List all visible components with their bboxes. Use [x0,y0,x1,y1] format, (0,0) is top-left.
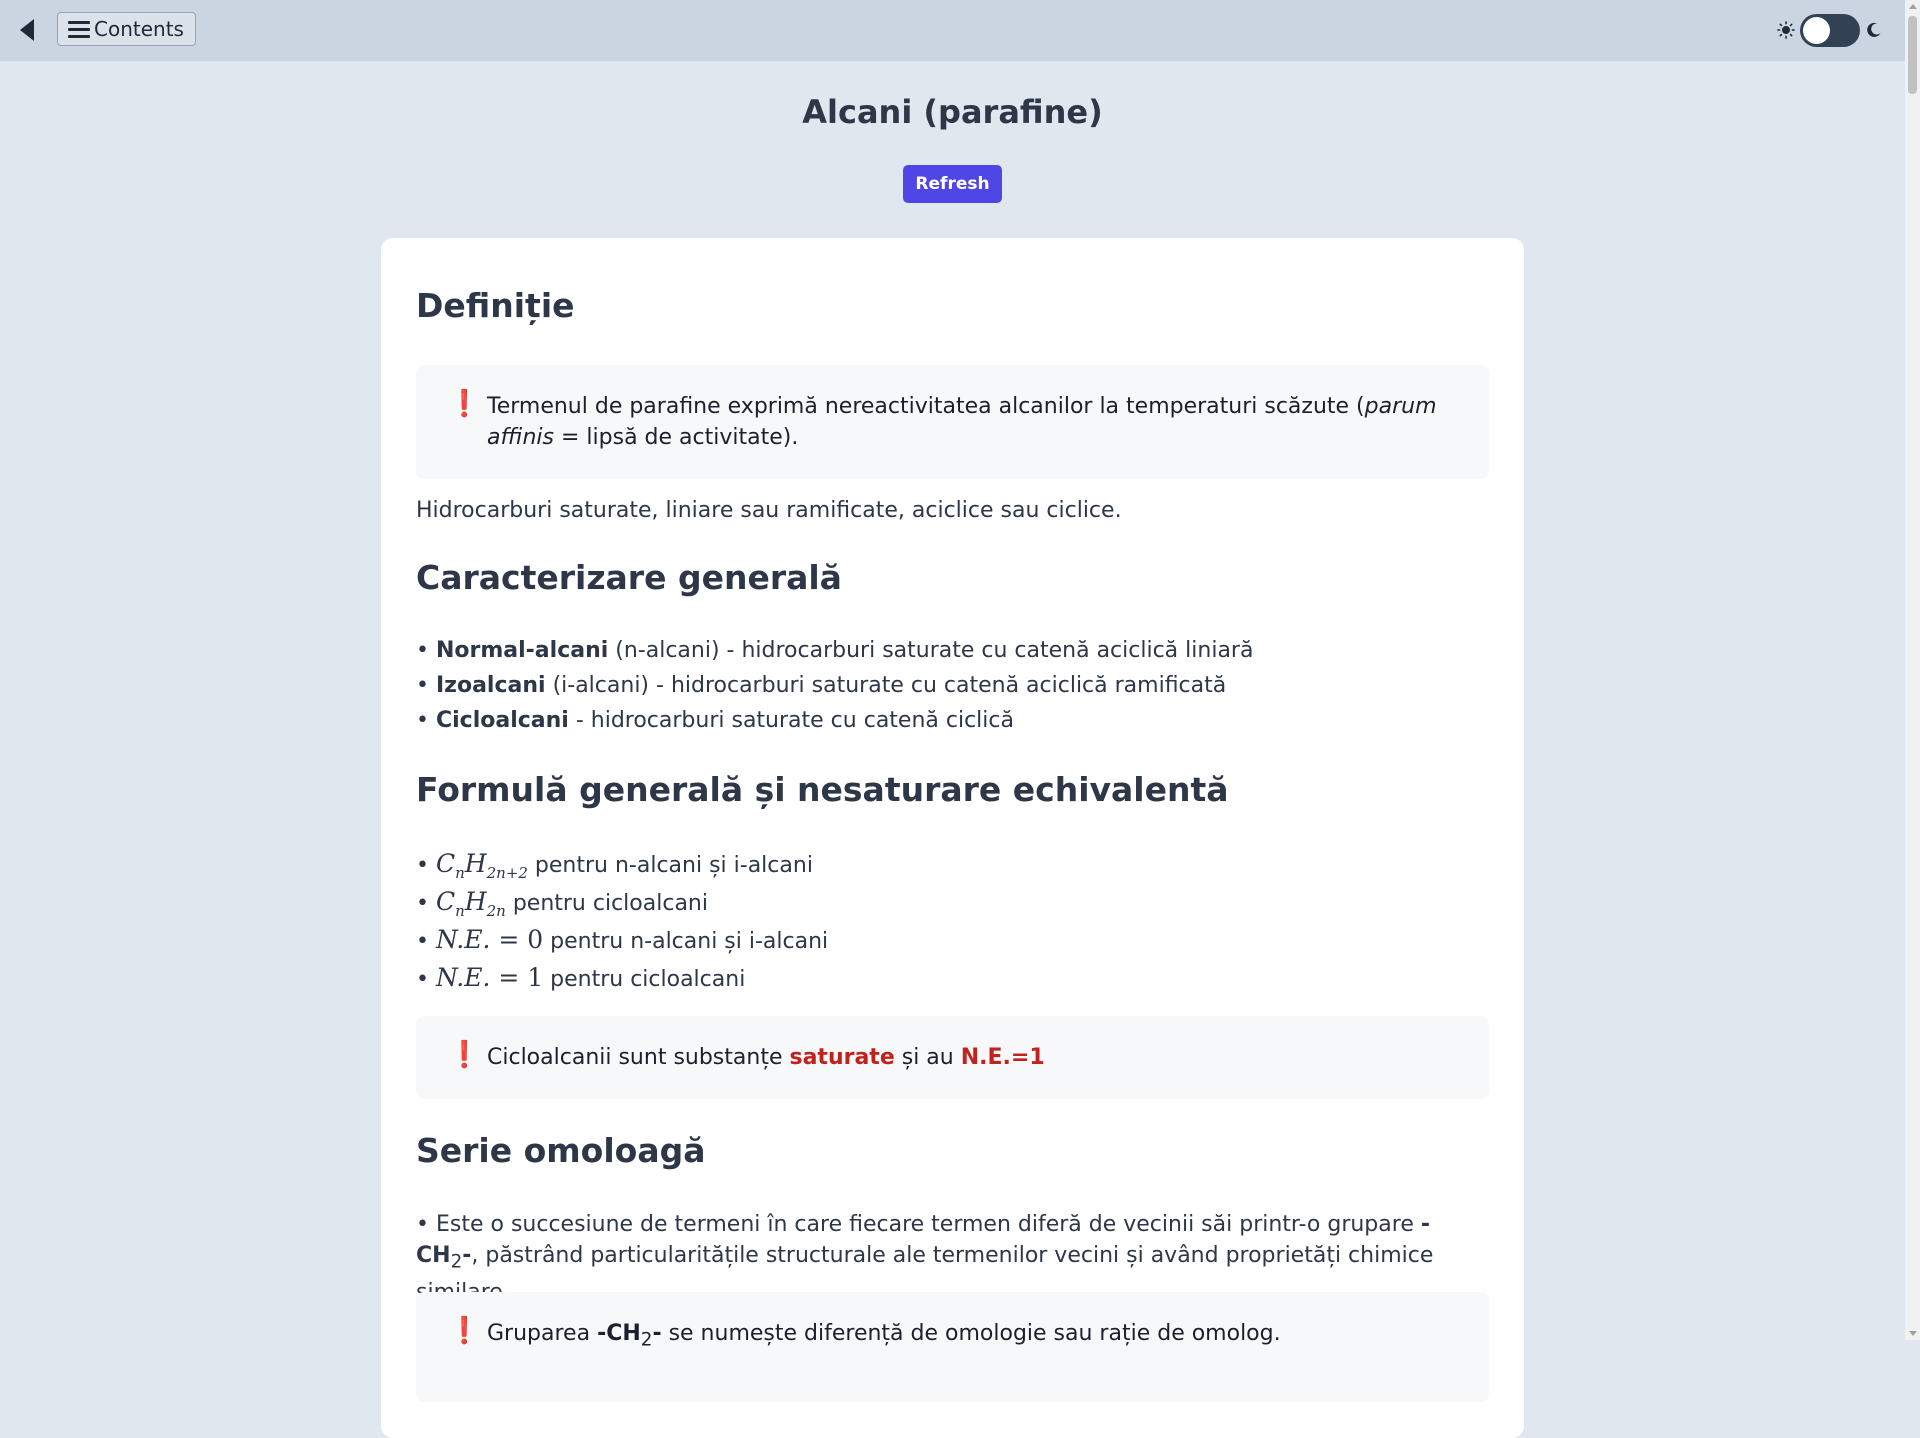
term: Izoalcani [435,673,546,698]
math-subscript: 2n [486,902,506,920]
highlight-ne: N.E.=1 [960,1045,1045,1070]
note-text-part: Gruparea [487,1321,598,1346]
formula-item: • CnH2n+2 pentru n-alcani și i-alcani [416,848,813,889]
definition-paragraph: Hidrocarburi saturate, liniare sau ramif… [416,498,1122,523]
heading-serie: Serie omoloagă [416,1131,706,1170]
cycloalkane-note: ❗ Cicloalcanii sunt substanțe saturate ș… [416,1016,1489,1099]
homology-note: ❗ Gruparea -CH2- se numește diferență de… [416,1292,1489,1402]
scroll-up-arrow-icon[interactable] [1909,4,1917,9]
math-symbol: C [435,887,456,916]
math-symbol: N.E. [435,925,491,954]
math-value: = 0 [490,925,544,954]
math-subscript: n [455,864,465,882]
math-symbol: H [464,887,487,916]
list-item: • Cicloalcani - hidrocarburi saturate cu… [416,705,1014,736]
para-text: • Este o succesiune de termeni în care f… [416,1212,1421,1237]
exclamation-icon: ❗ [448,1316,481,1346]
group-formula-end: - [462,1243,472,1268]
contents-button[interactable]: Contents [57,12,196,46]
math-symbol: N.E. [435,963,491,992]
exclamation-icon: ❗ [448,389,481,419]
math-subscript: 2n+2 [486,864,528,882]
heading-definitie: Definiție [416,286,575,325]
formula-math: N.E. = 0 [436,925,543,954]
term: Cicloalcani [435,708,569,733]
note-text: Gruparea -CH2- se numește diferență de o… [487,1318,1457,1355]
page-title: Alcani (parafine) [802,93,1103,131]
contents-label: Contents [94,17,184,41]
formula-item: • N.E. = 0 pentru n-alcani și i-alcani [416,924,828,957]
term-description: (i-alcani) - hidrocarburi saturate cu ca… [545,673,1227,698]
top-bar: Contents [0,0,1905,61]
group-subscript: 2 [450,1251,463,1273]
list-item: • Normal-alcani (n-alcani) - hidrocarbur… [416,635,1253,666]
page-scrollbar[interactable] [1905,0,1920,1340]
formula-description: pentru cicloalcani [543,967,746,992]
bullet: • [416,638,436,663]
note-text: Cicloalcanii sunt substanțe saturate și … [487,1042,1457,1073]
bullet: • [416,853,436,878]
definition-note: ❗ Termenul de parafine exprimă nereactiv… [416,365,1489,479]
sun-icon [1777,21,1795,39]
formula-description: pentru n-alcani și i-alcani [543,929,829,954]
refresh-button[interactable]: Refresh [903,165,1002,203]
hamburger-icon [68,20,90,38]
formula-description: pentru n-alcani și i-alcani [527,853,813,878]
math-subscript: n [455,902,465,920]
formula-math: CnH2n [435,887,506,920]
formula-item: • CnH2n pentru cicloalcani [416,886,708,927]
scroll-down-arrow-icon[interactable] [1909,1331,1917,1336]
term-description: - hidrocarburi saturate cu catenă ciclic… [568,708,1014,733]
theme-toggle[interactable] [1800,14,1860,47]
toggle-knob [1803,17,1830,44]
heading-formula: Formulă generală și nesaturare echivalen… [416,770,1229,809]
heading-caracterizare: Caracterizare generală [416,558,842,597]
term: Normal-alcani [435,638,609,663]
bullet: • [416,929,436,954]
note-text-part: = lipsă de activitate). [554,425,799,450]
note-text-part: se numește diferență de omologie sau raț… [661,1321,1281,1346]
bullet: • [416,967,436,992]
note-text-part: Termenul de parafine exprimă nereactivit… [487,394,1365,419]
exclamation-icon: ❗ [448,1040,481,1070]
scroll-thumb[interactable] [1908,16,1917,94]
bullet: • [416,708,436,733]
formula-description: pentru cicloalcani [505,891,708,916]
list-item: • Izoalcani (i-alcani) - hidrocarburi sa… [416,670,1226,701]
group-formula: -CH [597,1321,641,1346]
content-card: Definiție ❗ Termenul de parafine exprimă… [381,238,1524,1438]
math-symbol: C [435,849,456,878]
highlight-saturate: saturate [789,1045,895,1070]
term-description: (n-alcani) - hidrocarburi saturate cu ca… [608,638,1254,663]
note-text-part: și au [894,1045,961,1070]
formula-math: CnH2n+2 [435,849,528,882]
formula-math: N.E. = 1 [436,963,543,992]
math-value: = 1 [490,963,544,992]
group-formula-end: - [652,1321,662,1346]
math-symbol: H [464,849,487,878]
bullet: • [416,891,436,916]
note-text: Termenul de parafine exprimă nereactivit… [487,391,1457,453]
back-arrow-icon[interactable] [20,19,34,41]
note-text-part: Cicloalcanii sunt substanțe [487,1045,790,1070]
moon-icon [1867,22,1881,37]
bullet: • [416,673,436,698]
formula-item: • N.E. = 1 pentru cicloalcani [416,962,745,995]
